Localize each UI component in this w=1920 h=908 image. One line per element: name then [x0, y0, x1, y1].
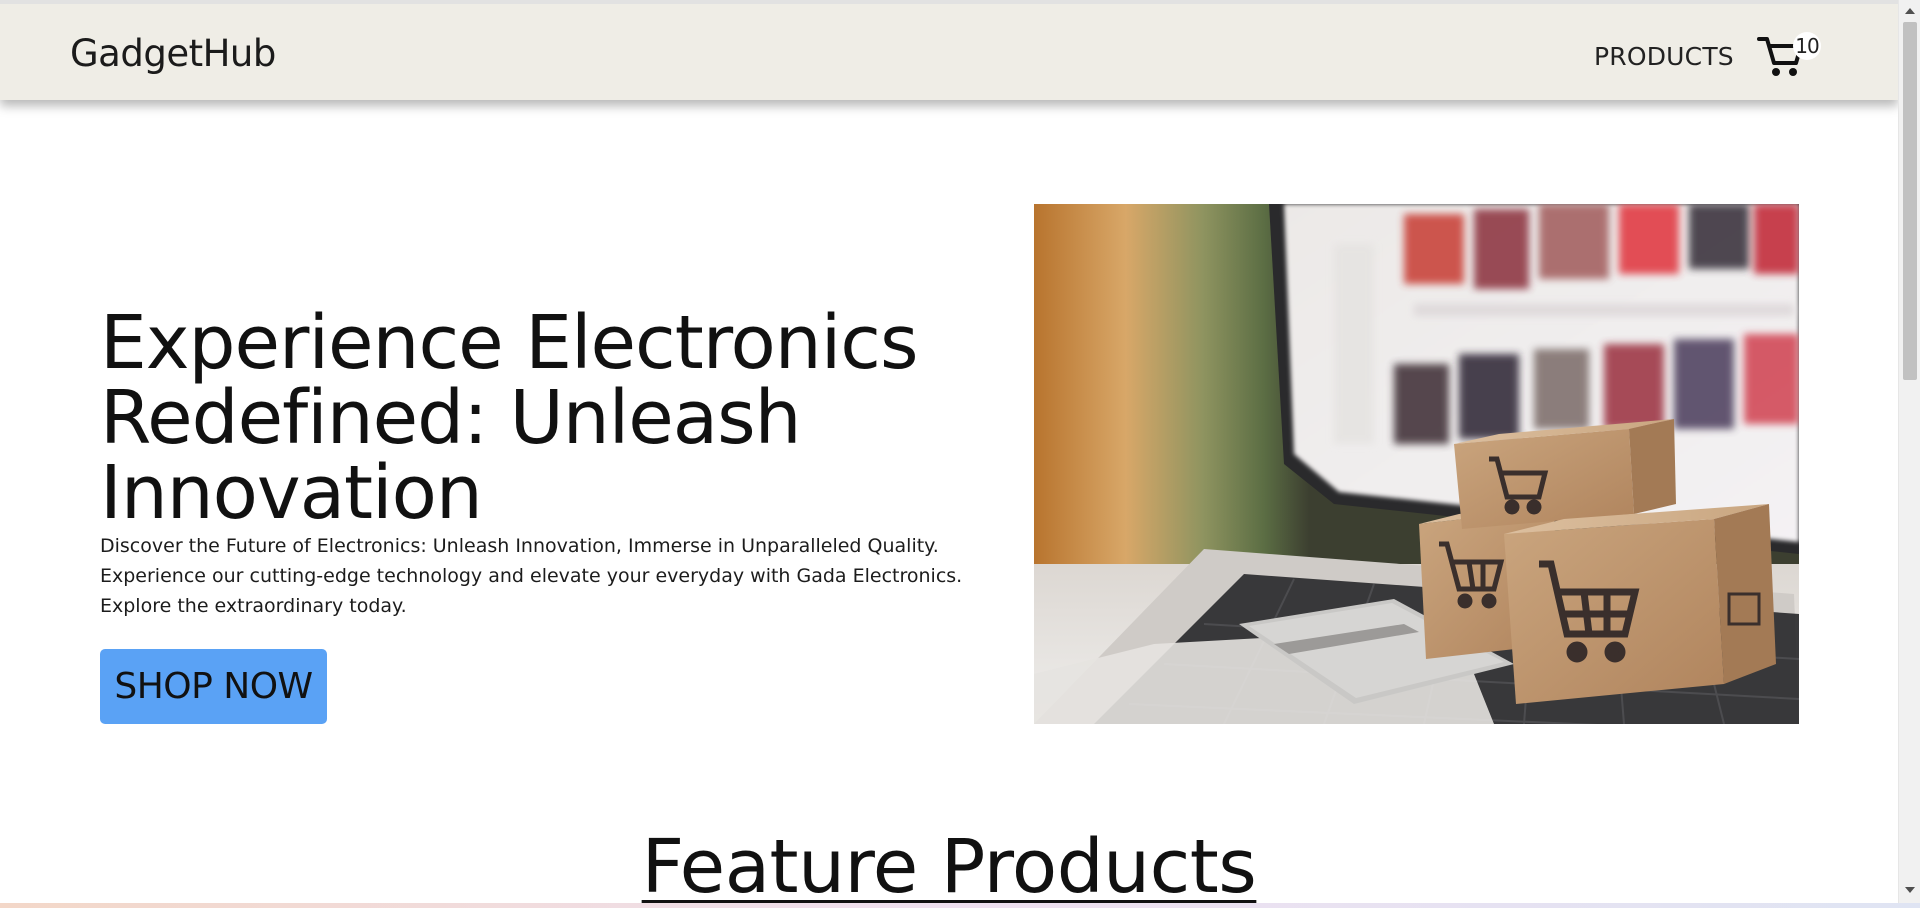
brand-logo[interactable]: GadgetHub — [70, 32, 276, 76]
scroll-thumb[interactable] — [1903, 22, 1917, 380]
shopping-boxes-on-laptop-photo-icon — [1034, 204, 1799, 724]
scroll-up-arrow-icon[interactable] — [1905, 8, 1915, 14]
page-viewport: GadgetHub PRODUCTS 10 Experience Electro… — [0, 0, 1898, 903]
vertical-scrollbar[interactable] — [1898, 0, 1920, 903]
nav-link-products[interactable]: PRODUCTS — [1594, 42, 1734, 72]
scroll-down-arrow-icon[interactable] — [1905, 887, 1915, 893]
hero-description: Discover the Future of Electronics: Unle… — [100, 535, 963, 617]
hero-title: Experience Electronics Redefined: Unleas… — [100, 300, 919, 536]
feature-products-heading: Feature Products — [641, 824, 1257, 903]
hero-image — [1034, 204, 1799, 724]
shop-now-button[interactable]: SHOP NOW — [100, 649, 327, 724]
cart-button[interactable]: 10 — [1756, 30, 1821, 80]
cart-count-badge: 10 — [1793, 32, 1821, 60]
window-bottom-edge — [0, 903, 1920, 908]
top-navbar: GadgetHub PRODUCTS 10 — [0, 4, 1898, 100]
